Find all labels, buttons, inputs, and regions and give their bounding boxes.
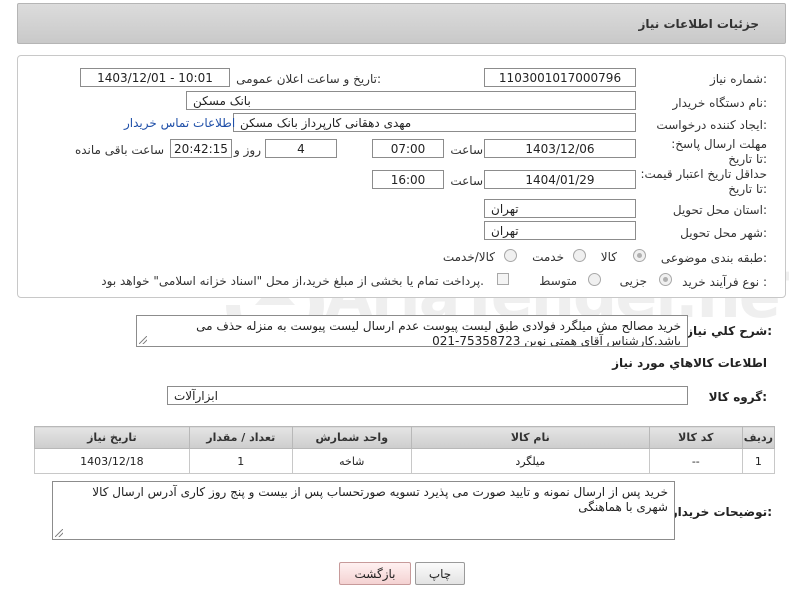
cell-goods-code: -- bbox=[648, 448, 743, 474]
cell-need-date: 1403/12/18 bbox=[34, 448, 190, 474]
announce-datetime-field: 1403/12/01 - 10:01 bbox=[80, 68, 230, 87]
resize-grip-icon[interactable] bbox=[139, 336, 147, 344]
requester-label: ایجاد کننده درخواست: bbox=[656, 118, 767, 132]
category-goods-radio[interactable] bbox=[633, 249, 646, 262]
purchase-type-label: نوع فرآیند خرید : bbox=[682, 275, 767, 289]
back-button[interactable]: بازگشت bbox=[339, 562, 411, 585]
description-label: شرح کلي نياز: bbox=[686, 324, 772, 338]
category-service-radio[interactable] bbox=[573, 249, 586, 262]
purchase-minor-radio[interactable] bbox=[659, 273, 672, 286]
delivery-city-label: شهر محل تحویل: bbox=[680, 226, 767, 240]
items-table-header: ردیف کد کالا نام کالا واحد شمارش تعداد /… bbox=[34, 426, 776, 449]
items-table: ردیف کد کالا نام کالا واحد شمارش تعداد /… bbox=[34, 426, 776, 474]
validity-hour-label: ساعت bbox=[450, 174, 483, 188]
reply-deadline-label: مهلت ارسال پاسخ: تا تاریخ: bbox=[671, 137, 767, 166]
table-row: 1 -- میلگرد شاخه 1 1403/12/18 bbox=[34, 448, 776, 474]
remaining-time-field: 20:42:15 bbox=[170, 139, 232, 158]
header-quantity: تعداد / مقدار bbox=[188, 426, 293, 449]
buyer-org-field: بانک مسکن bbox=[186, 91, 636, 110]
category-both-label: کالا/خدمت bbox=[442, 250, 495, 264]
cell-goods-name: میلگرد bbox=[410, 448, 650, 474]
category-label: طبقه بندی موضوعی: bbox=[660, 251, 767, 265]
category-both-radio[interactable] bbox=[504, 249, 517, 262]
hours-remaining-label: ساعت باقی مانده bbox=[74, 143, 164, 157]
need-number-label: شماره نیاز: bbox=[709, 72, 767, 86]
page-title: جزئیات اطلاعات نیاز bbox=[638, 17, 759, 31]
purchase-medium-label: متوسط bbox=[539, 274, 577, 288]
reply-time-field: 07:00 bbox=[372, 139, 444, 158]
cell-row-index: 1 bbox=[741, 448, 776, 474]
buyer-contact-link[interactable]: اطلاعات تماس خریدار bbox=[124, 116, 235, 130]
treasury-payment-checkbox[interactable] bbox=[497, 273, 509, 285]
price-validity-label: حداقل تاریخ اعتبار قیمت: تا تاریخ: bbox=[640, 167, 767, 196]
need-number-field: 1103001017000796 bbox=[484, 68, 636, 87]
description-textarea: خرید مصالح مش میلگرد فولادی طبق لیست پیو… bbox=[136, 315, 688, 347]
category-goods-label: کالا bbox=[600, 250, 617, 264]
description-text: خرید مصالح مش میلگرد فولادی طبق لیست پیو… bbox=[196, 319, 681, 347]
buyer-org-label: نام دستگاه خریدار: bbox=[672, 96, 768, 110]
header-unit: واحد شمارش bbox=[291, 426, 412, 449]
buyer-notes-label: توضیحات خریدار: bbox=[670, 505, 772, 519]
reply-days-field: 4 bbox=[265, 139, 337, 158]
cell-unit: شاخه bbox=[291, 448, 412, 474]
reply-hour-label: ساعت bbox=[450, 143, 483, 157]
announce-datetime-label: تاریخ و ساعت اعلان عمومی: bbox=[236, 72, 381, 86]
days-and-label: روز و bbox=[234, 143, 261, 157]
delivery-province-label: استان محل تحویل: bbox=[672, 203, 767, 217]
header-goods-code: کد کالا bbox=[648, 426, 743, 449]
goods-group-label: گروه کالا: bbox=[708, 390, 767, 404]
validity-date-field: 1404/01/29 bbox=[484, 170, 636, 189]
goods-group-field: ابزارآلات bbox=[167, 386, 688, 405]
validity-time-field: 16:00 bbox=[372, 170, 444, 189]
treasury-payment-note: پرداخت تمام یا بخشی از مبلغ خرید،از محل … bbox=[101, 274, 484, 288]
cell-quantity: 1 bbox=[188, 448, 293, 474]
header-row-index: ردیف bbox=[741, 426, 776, 449]
delivery-city-field: تهران bbox=[484, 221, 636, 240]
header-goods-name: نام کالا bbox=[410, 426, 650, 449]
resize-grip-icon[interactable] bbox=[55, 529, 63, 537]
header-need-date: تاریخ نیاز bbox=[34, 426, 190, 449]
buyer-notes-textarea: خرید پس از ارسال نمونه و تایید صورت می پ… bbox=[52, 481, 675, 540]
buyer-notes-text: خرید پس از ارسال نمونه و تایید صورت می پ… bbox=[92, 485, 668, 514]
reply-date-field: 1403/12/06 bbox=[484, 139, 636, 158]
requester-field: مهدی دهقانی کارپرداز بانک مسکن bbox=[233, 113, 636, 132]
delivery-province-field: تهران bbox=[484, 199, 636, 218]
category-service-label: خدمت bbox=[532, 250, 564, 264]
purchase-medium-radio[interactable] bbox=[588, 273, 601, 286]
items-info-heading: اطلاعات کالاهاي مورد نياز bbox=[612, 356, 767, 370]
print-button[interactable]: چاپ bbox=[415, 562, 465, 585]
purchase-minor-label: جزیی bbox=[619, 274, 647, 288]
